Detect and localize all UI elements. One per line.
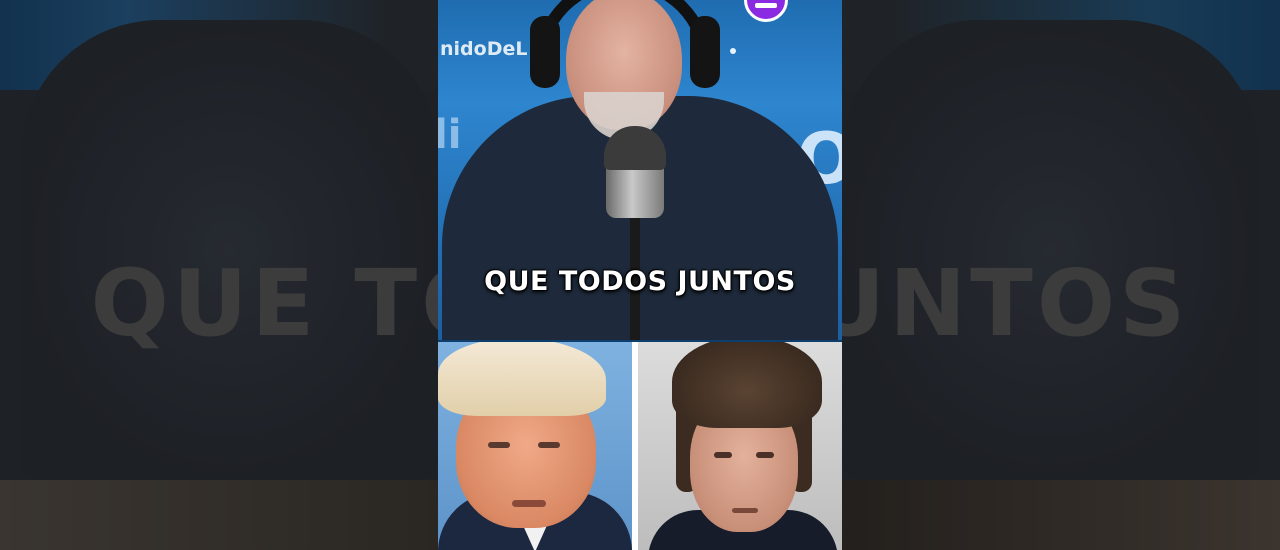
- portrait-left-hair: [438, 342, 606, 416]
- portrait-right-eye: [714, 452, 732, 458]
- portrait-left-eye: [488, 442, 510, 448]
- portrait-left: [438, 342, 632, 550]
- headphone-right-cup: [690, 16, 720, 88]
- video-frame: QUE TODOS JUNTOS nidoDeL li O QUE TODOS …: [0, 0, 1280, 550]
- portrait-right-eye: [756, 452, 774, 458]
- portrait-left-mouth: [512, 500, 546, 507]
- portrait-left-eye: [538, 442, 560, 448]
- subtitle-caption: QUE TODOS JUNTOS: [484, 266, 796, 297]
- portrait-right-hair: [672, 342, 822, 428]
- portrait-right-mouth: [732, 508, 758, 513]
- headphone-left-cup: [530, 16, 560, 88]
- vertical-video[interactable]: nidoDeL li O QUE TODOS JUNTOS: [438, 0, 842, 550]
- portrait-right: [638, 342, 842, 550]
